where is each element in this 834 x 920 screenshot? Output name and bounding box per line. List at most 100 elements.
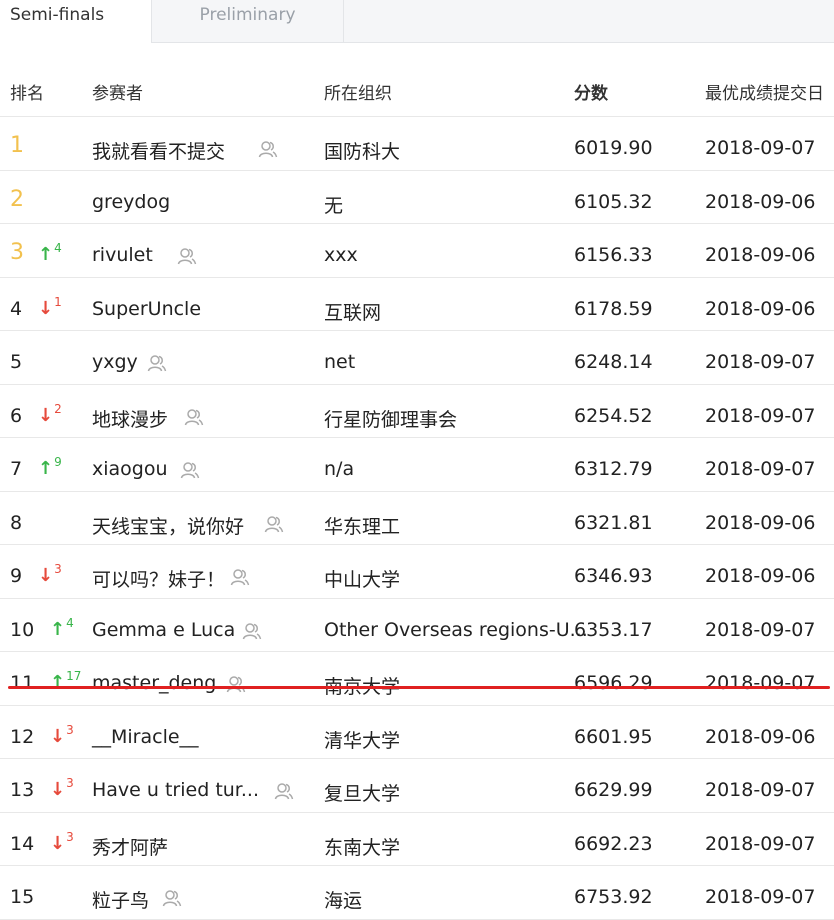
team-members-icon[interactable]: [230, 567, 250, 587]
submission-date-cell: 2018-09-07: [705, 137, 816, 159]
participant-name[interactable]: __Miracle__: [92, 726, 199, 748]
team-members-icon[interactable]: [242, 621, 262, 641]
participant-name[interactable]: rivulet: [92, 244, 153, 266]
score-cell: 6346.93: [574, 565, 653, 587]
organization-cell: 华东理工: [324, 515, 401, 538]
score-cell: 6178.59: [574, 297, 653, 320]
table-row[interactable]: 6 ↓2 地球漫步 行星防御理事会 6254.52 2018-09-07: [0, 385, 834, 438]
team-members-icon[interactable]: [226, 674, 246, 694]
table-row[interactable]: 12 ↓3 __Miracle__ 清华大学 6601.95 2018-09-06: [0, 706, 834, 759]
submission-date-cell: 2018-09-07: [705, 832, 816, 855]
table-row[interactable]: 1 我就看看不提交 国防科大 6019.90 2018-09-07: [0, 117, 834, 171]
table-row[interactable]: 14 ↓3 秀才阿萨 东南大学 6692.23 2018-09-07: [0, 813, 834, 866]
rank-change-value: 4: [54, 241, 62, 255]
rank-up-indicator: ↑4: [38, 241, 62, 265]
table-row[interactable]: 9 ↓3 可以吗？妹子！ 中山大学 6346.93 2018-09-06: [0, 545, 834, 599]
team-members-icon[interactable]: [274, 781, 294, 801]
arrow-down-icon: ↓: [50, 832, 66, 854]
team-members-icon[interactable]: [162, 888, 182, 908]
team-members-icon[interactable]: [147, 353, 167, 373]
participant-name[interactable]: 天线宝宝，说你好: [92, 512, 244, 539]
rank-cell: 7: [10, 458, 23, 480]
participant-name[interactable]: Gemma e Luca: [92, 619, 235, 641]
table-row[interactable]: 10 ↑4 Gemma e Luca Other Overseas regions-U…: [0, 599, 834, 652]
submission-date-cell: 2018-09-07: [705, 618, 816, 641]
participant-name[interactable]: SuperUncle: [92, 298, 201, 320]
score-cell: 6254.52: [574, 404, 653, 427]
participant-name[interactable]: 粒子鸟: [92, 886, 149, 913]
participant-name[interactable]: master_deng: [92, 672, 216, 694]
team-members-icon[interactable]: [180, 460, 200, 480]
table-row[interactable]: 11 ↑17 master_deng 南京大学 6596.29 2018-09-07: [0, 652, 834, 706]
table-row[interactable]: 7 ↑9 xiaogou n/a 6312.79 2018-09-07: [0, 438, 834, 492]
organization-cell: xxx: [324, 244, 358, 266]
submission-date-cell: 2018-09-06: [705, 511, 816, 534]
team-members-icon[interactable]: [264, 514, 284, 534]
header-rank: 排名: [10, 84, 44, 104]
participant-name[interactable]: 我就看看不提交: [92, 137, 225, 164]
rank-down-indicator: ↓3: [50, 830, 74, 854]
participant-name[interactable]: 地球漫步: [92, 405, 168, 432]
submission-date-cell: 2018-09-07: [705, 351, 816, 373]
organization-cell: 中山大学: [324, 569, 401, 591]
participant-name[interactable]: xiaogou: [92, 458, 168, 480]
table-header: 排名 参赛者 所在组织 分数 最优成绩提交日: [0, 42, 834, 117]
rank-up-indicator: ↑4: [50, 616, 74, 640]
rank-cell: 9: [10, 565, 23, 587]
score-cell: 6353.17: [574, 618, 653, 641]
submission-date-cell: 2018-09-06: [705, 725, 816, 748]
score-cell: 6692.23: [574, 832, 653, 855]
submission-date-cell: 2018-09-07: [705, 886, 816, 908]
rank-down-indicator: ↓3: [50, 722, 74, 747]
team-members-icon[interactable]: [177, 246, 197, 266]
participant-name[interactable]: greydog: [92, 191, 170, 213]
submission-date-cell: 2018-09-06: [705, 190, 816, 213]
table-row[interactable]: 5 yxgy net 6248.14 2018-09-07: [0, 331, 834, 385]
highlight-underline: [8, 686, 830, 689]
team-members-icon[interactable]: [184, 407, 204, 427]
rank-cell: 10: [10, 618, 35, 641]
participant-name[interactable]: 可以吗？妹子！: [92, 565, 225, 592]
rank-cell: 2: [10, 186, 24, 212]
table-row[interactable]: 15 粒子鸟 海运 6753.92 2018-09-07: [0, 866, 834, 920]
table-body: 1 我就看看不提交 国防科大 6019.90 2018-09-07 2 greydog 无 61…: [0, 117, 834, 920]
rank-cell: 13: [10, 779, 35, 801]
tab-bar: Semi-finals Preliminary: [0, 0, 834, 43]
rank-cell: 3: [10, 240, 24, 265]
rank-cell: 8: [10, 511, 23, 534]
score-cell: 6629.99: [574, 779, 653, 801]
organization-cell: net: [324, 351, 356, 373]
arrow-up-icon: ↑: [50, 672, 66, 693]
participant-name[interactable]: 秀才阿萨: [92, 833, 168, 860]
organization-cell: 互联网: [324, 301, 382, 324]
score-cell: 6596.29: [574, 672, 653, 694]
participant-name[interactable]: Have u tried tur...: [92, 779, 259, 801]
rank-cell: 5: [10, 351, 23, 373]
table-row[interactable]: 4 ↓1 SuperUncle 互联网 6178.59 2018-09-06: [0, 278, 834, 331]
rank-change-value: 2: [54, 401, 62, 416]
organization-cell: 海运: [324, 890, 363, 912]
table-row[interactable]: 2 greydog 无 6105.32 2018-09-06: [0, 171, 834, 224]
table-row[interactable]: 3 ↑4 rivulet xxx 6156.33 2018-09-06: [0, 224, 834, 278]
organization-cell: Other Overseas regions-U...: [324, 618, 586, 641]
organization-cell: n/a: [324, 458, 355, 480]
rank-down-indicator: ↓3: [50, 776, 74, 800]
rank-change-value: 17: [66, 669, 82, 683]
rank-cell: 1: [10, 133, 24, 158]
score-cell: 6312.79: [574, 458, 653, 480]
rank-cell: 6: [10, 404, 23, 427]
score-cell: 6105.32: [574, 190, 653, 213]
header-score[interactable]: 分数: [574, 79, 608, 104]
table-row[interactable]: 13 ↓3 Have u tried tur... 复旦大学 6629.99 2018-0…: [0, 759, 834, 813]
table-row[interactable]: 8 天线宝宝，说你好 华东理工 6321.81 2018-09-06: [0, 492, 834, 545]
score-cell: 6248.14: [574, 351, 653, 373]
tab-preliminary[interactable]: Preliminary: [152, 0, 344, 42]
rank-change-value: 3: [66, 722, 74, 737]
rank-change-value: 1: [54, 294, 62, 309]
participant-name[interactable]: yxgy: [92, 351, 138, 373]
organization-cell: 国防科大: [324, 141, 401, 163]
tab-semi-finals[interactable]: Semi-finals: [0, 0, 152, 43]
score-cell: 6753.92: [574, 886, 653, 908]
team-members-icon[interactable]: [258, 139, 278, 159]
rank-down-indicator: ↓3: [38, 562, 62, 586]
